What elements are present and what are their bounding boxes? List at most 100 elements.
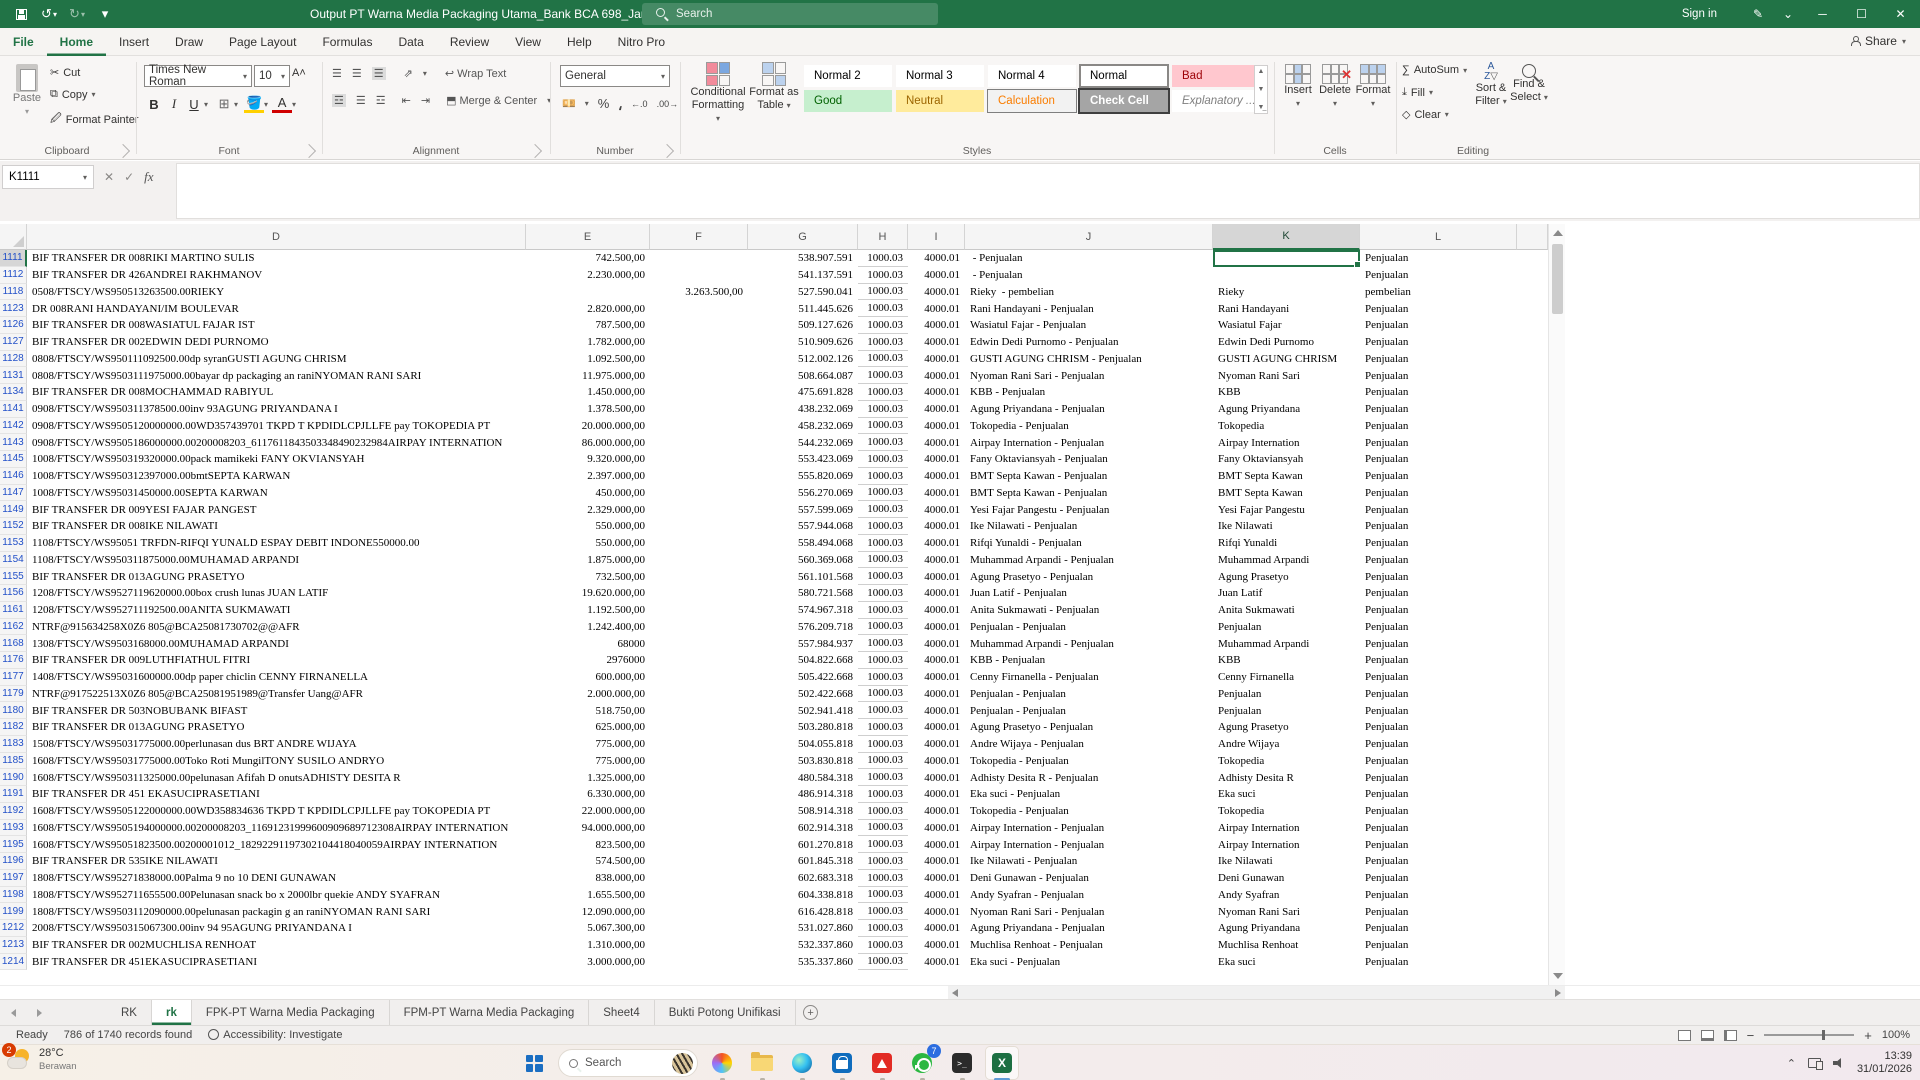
borders-button[interactable]: ⊞ (214, 94, 234, 114)
cell-J1123[interactable]: Rani Handayani - Penjualan (965, 300, 1213, 317)
cell-D1196[interactable]: BIF TRANSFER DR 535IKE NILAWATI (27, 853, 526, 870)
scroll-up-icon[interactable] (1553, 230, 1563, 236)
cell-H1161[interactable]: 1000.03 (858, 602, 908, 619)
font-name-select[interactable]: Times New Roman ▾ (144, 64, 252, 88)
cell-K1149[interactable]: Yesi Fajar Pangestu (1213, 501, 1360, 518)
cell-I1152[interactable]: 4000.01 (908, 518, 965, 535)
cell-L1199[interactable]: Penjualan (1360, 903, 1517, 920)
cell-J1180[interactable]: Penjualan - Penjualan (965, 702, 1213, 719)
horizontal-scrollbar[interactable] (948, 986, 1565, 1000)
cell-J1142[interactable]: Tokopedia - Penjualan (965, 418, 1213, 435)
cell-style-normal-4[interactable]: Normal 4 (988, 65, 1076, 87)
cell-G1154[interactable]: 560.369.068 (748, 552, 858, 569)
cell-F1192[interactable] (650, 803, 748, 820)
clock[interactable]: 13:39 31/01/2026 (1857, 1050, 1912, 1076)
cell-L1149[interactable]: Penjualan (1360, 501, 1517, 518)
cell-H1156[interactable]: 1000.03 (858, 585, 908, 602)
row-header-1198[interactable]: 1198 (0, 886, 27, 904)
page-layout-view-icon[interactable] (1700, 1029, 1714, 1041)
cell-D1161[interactable]: 1208/FTSCY/WS952711192500.00ANITA SUKMAW… (27, 602, 526, 619)
cell-J1191[interactable]: Eka suci - Penjualan (965, 786, 1213, 803)
cell-I1154[interactable]: 4000.01 (908, 552, 965, 569)
cell-K1127[interactable]: Edwin Dedi Purnomo (1213, 334, 1360, 351)
bold-button[interactable]: B (144, 94, 164, 114)
cell-I1149[interactable]: 4000.01 (908, 501, 965, 518)
cell-I1147[interactable]: 4000.01 (908, 485, 965, 502)
cell-G1193[interactable]: 602.914.318 (748, 820, 858, 837)
speaker-icon[interactable] (1832, 1058, 1845, 1068)
gallery-more-icon[interactable]: ▼̲ (1258, 104, 1265, 111)
cell-F1168[interactable] (650, 635, 748, 652)
cell-G1182[interactable]: 503.280.818 (748, 719, 858, 736)
cell-G1112[interactable]: 541.137.591 (748, 267, 858, 284)
column-header-E[interactable]: E (526, 224, 650, 250)
row-header-1196[interactable]: 1196 (0, 853, 27, 870)
cell-L1197[interactable]: Penjualan (1360, 870, 1517, 887)
cell-G1128[interactable]: 512.002.126 (748, 351, 858, 368)
merge-center-button[interactable]: ⬒ Merge & Center (446, 94, 537, 107)
row-header-1179[interactable]: 1179 (0, 685, 27, 703)
cell-H1127[interactable]: 1000.03 (858, 334, 908, 351)
cell-L1142[interactable]: Penjualan (1360, 418, 1517, 435)
cell-G1111[interactable]: 538.907.591 (748, 250, 858, 267)
cell-F1149[interactable] (650, 501, 748, 518)
align-bottom-icon[interactable]: ☰ (371, 67, 386, 80)
cell-K1123[interactable]: Rani Handayani (1213, 300, 1360, 317)
cell-D1179[interactable]: NTRF@917522513X0Z6 805@BCA25081951989@Tr… (27, 686, 526, 703)
ribbon-tab-review[interactable]: Review (437, 28, 502, 56)
cell-K1162[interactable]: Penjualan (1213, 619, 1360, 636)
cell-I1179[interactable]: 4000.01 (908, 686, 965, 703)
select-all-corner[interactable] (0, 224, 27, 250)
cell-J1212[interactable]: Agung Priyandana - Penjualan (965, 920, 1213, 937)
gallery-down-icon[interactable]: ▼ (1258, 86, 1265, 93)
cell-F1196[interactable] (650, 853, 748, 870)
cell-I1212[interactable]: 4000.01 (908, 920, 965, 937)
cell-G1191[interactable]: 486.914.318 (748, 786, 858, 803)
cell-I1128[interactable]: 4000.01 (908, 351, 965, 368)
increase-decimal-icon[interactable]: ←.0 (631, 99, 648, 109)
cell-G1143[interactable]: 544.232.069 (748, 434, 858, 451)
font-size-select[interactable]: 10 ▾ (254, 65, 290, 87)
cell-L1191[interactable]: Penjualan (1360, 786, 1517, 803)
cell-D1180[interactable]: BIF TRANSFER DR 503NOBUBANK BIFAST (27, 702, 526, 719)
cell-D1131[interactable]: 0808/FTSCY/WS9503111975000.00bayar dp pa… (27, 367, 526, 384)
cell-H1112[interactable]: 1000.03 (858, 267, 908, 284)
paste-button[interactable]: Paste ▾ (8, 64, 46, 118)
page-break-view-icon[interactable] (1723, 1029, 1737, 1041)
ribbon-display-options-icon[interactable]: ⌄ (1773, 0, 1803, 28)
cell-G1134[interactable]: 475.691.828 (748, 384, 858, 401)
conditional-formatting-button[interactable]: Conditional Formatting ▾ (690, 62, 746, 125)
sheet-tab-rk[interactable]: RK (107, 1000, 152, 1025)
cell-J1182[interactable]: Agung Prasetyo - Penjualan (965, 719, 1213, 736)
cell-F1198[interactable] (650, 887, 748, 904)
cell-I1213[interactable]: 4000.01 (908, 937, 965, 954)
cell-J1153[interactable]: Rifqi Yunaldi - Penjualan (965, 535, 1213, 552)
cell-L1161[interactable]: Penjualan (1360, 602, 1517, 619)
cell-E1162[interactable]: 1.242.400,00 (526, 619, 650, 636)
row-header-1177[interactable]: 1177 (0, 668, 27, 686)
cell-F1212[interactable] (650, 920, 748, 937)
row-header-1191[interactable]: 1191 (0, 786, 27, 803)
cell-H1176[interactable]: 1000.03 (858, 652, 908, 669)
normal-view-icon[interactable] (1677, 1029, 1691, 1041)
cell-F1190[interactable] (650, 769, 748, 786)
cell-E1143[interactable]: 86.000.000,00 (526, 434, 650, 451)
cell-E1212[interactable]: 5.067.300,00 (526, 920, 650, 937)
number-format-select[interactable]: General ▾ (560, 65, 670, 87)
cell-H1123[interactable]: 1000.03 (858, 300, 908, 317)
row-header-1180[interactable]: 1180 (0, 702, 27, 719)
cell-H1179[interactable]: 1000.03 (858, 686, 908, 703)
cell-I1183[interactable]: 4000.01 (908, 736, 965, 753)
taskbar-app-terminal[interactable]: >_ (946, 1047, 978, 1080)
ribbon-tab-draw[interactable]: Draw (162, 28, 216, 56)
cell-E1141[interactable]: 1.378.500,00 (526, 401, 650, 418)
cell-I1131[interactable]: 4000.01 (908, 367, 965, 384)
taskbar-app-excel[interactable]: X (986, 1047, 1018, 1080)
cell-H1212[interactable]: 1000.03 (858, 920, 908, 937)
cell-E1147[interactable]: 450.000,00 (526, 485, 650, 502)
cell-I1155[interactable]: 4000.01 (908, 568, 965, 585)
row-header-1156[interactable]: 1156 (0, 585, 27, 602)
cell-H1199[interactable]: 1000.03 (858, 903, 908, 920)
cell-K1212[interactable]: Agung Priyandana (1213, 920, 1360, 937)
scroll-down-icon[interactable] (1553, 973, 1563, 979)
